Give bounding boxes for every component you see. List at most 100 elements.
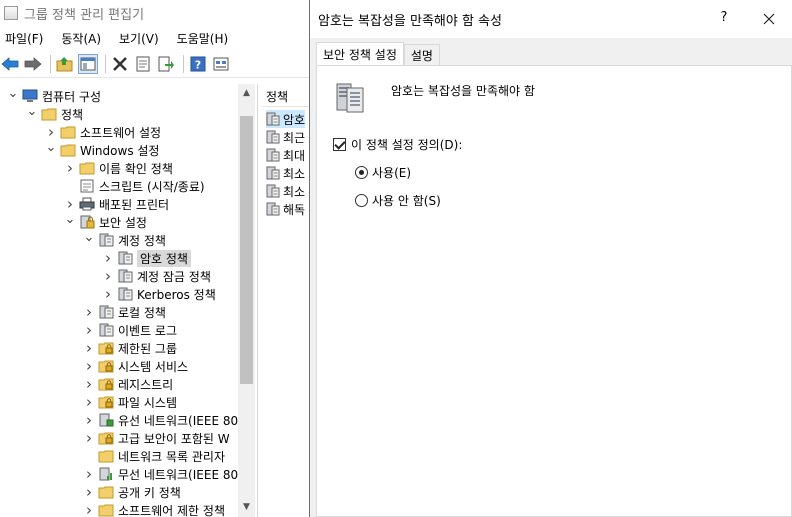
chevron-down-icon[interactable]: ⌄ bbox=[44, 140, 58, 155]
view-button[interactable] bbox=[211, 54, 231, 74]
back-button[interactable] bbox=[0, 54, 20, 74]
tree-item[interactable]: ⌄ 보안 설정 bbox=[63, 212, 147, 231]
policy-setting-icon bbox=[266, 184, 280, 198]
list-item[interactable]: 암호 bbox=[266, 110, 306, 128]
lock-folder-icon bbox=[98, 431, 114, 445]
help-button[interactable]: ? bbox=[188, 54, 208, 74]
view-icon bbox=[213, 57, 229, 70]
tab-security-policy-setting[interactable]: 보안 정책 설정 bbox=[316, 42, 404, 66]
list-item[interactable]: 최대 bbox=[266, 146, 305, 164]
list-item[interactable]: 해독 bbox=[266, 200, 305, 218]
folder-icon bbox=[60, 143, 76, 157]
tree-item[interactable]: › 배포된 프린터 bbox=[63, 195, 169, 213]
tree-item[interactable]: ⌄ 정책 bbox=[25, 104, 84, 123]
menu-help[interactable]: 도움말(H) bbox=[175, 30, 237, 47]
tree-item-label: 계정 정책 bbox=[118, 233, 166, 248]
chevron-right-icon[interactable]: › bbox=[82, 429, 96, 447]
up-folder-button[interactable] bbox=[55, 54, 75, 74]
tree-item[interactable]: › 유선 네트워크(IEEE 80 bbox=[82, 411, 238, 429]
tree-item[interactable]: 스크립트 (시작/종료) bbox=[63, 177, 205, 195]
chevron-right-icon[interactable]: › bbox=[101, 285, 115, 303]
tree-item[interactable]: › 공개 키 정책 bbox=[82, 483, 181, 501]
show-hide-tree-button[interactable] bbox=[78, 53, 98, 74]
chevron-right-icon[interactable]: › bbox=[82, 375, 96, 393]
tree-item[interactable]: › 계정 잠금 정책 bbox=[101, 267, 211, 285]
chevron-down-icon[interactable]: ⌄ bbox=[6, 86, 20, 101]
chevron-right-icon[interactable]: › bbox=[82, 321, 96, 339]
list-item-label: 최대 bbox=[283, 148, 306, 163]
tree-item[interactable]: 네트워크 목록 관리자 bbox=[82, 447, 225, 465]
no-expander bbox=[63, 179, 77, 193]
scroll-down-icon[interactable]: ▼ bbox=[238, 500, 255, 514]
tree-item[interactable]: › 제한된 그룹 bbox=[82, 339, 177, 357]
chevron-right-icon[interactable]: › bbox=[82, 465, 96, 483]
tree-scrollbar[interactable]: ▲ ▼ bbox=[238, 84, 255, 517]
chevron-right-icon[interactable]: › bbox=[82, 483, 96, 501]
properties-button[interactable] bbox=[133, 54, 153, 74]
chevron-down-icon[interactable]: ⌄ bbox=[82, 230, 96, 245]
gpedit-app-icon bbox=[4, 6, 18, 20]
disabled-label: 사용 안 함(S) bbox=[372, 194, 441, 208]
tree-item-label: 소프트웨어 설정 bbox=[80, 125, 162, 140]
tree-item[interactable]: › 시스템 서비스 bbox=[82, 357, 188, 375]
tree-item-label: 스크립트 (시작/종료) bbox=[99, 179, 205, 194]
chevron-right-icon[interactable]: › bbox=[63, 195, 77, 213]
menu-action[interactable]: 동작(A) bbox=[59, 30, 109, 47]
enabled-radio[interactable] bbox=[355, 166, 368, 179]
list-item[interactable]: 최소 bbox=[266, 164, 305, 182]
chevron-right-icon[interactable]: › bbox=[82, 501, 96, 517]
tree-item[interactable]: › 소프트웨어 제한 정책 bbox=[82, 501, 225, 517]
svg-text:?: ? bbox=[195, 58, 201, 71]
scroll-up-icon[interactable]: ▲ bbox=[238, 86, 255, 100]
enabled-radio-row[interactable]: 사용(E) bbox=[355, 164, 411, 181]
tree-item[interactable]: › 무선 네트워크(IEEE 80 bbox=[82, 465, 238, 483]
scrollbar-thumb[interactable] bbox=[240, 116, 253, 384]
tree-item[interactable]: ⌄ 계정 정책 bbox=[82, 230, 166, 249]
toolbar-separator bbox=[183, 54, 184, 73]
chevron-down-icon[interactable]: ⌄ bbox=[25, 104, 39, 119]
tree-item[interactable]: › 이벤트 로그 bbox=[82, 321, 177, 339]
tree-item[interactable]: › 소프트웨어 설정 bbox=[44, 123, 161, 141]
export-button[interactable] bbox=[156, 54, 176, 74]
chevron-down-icon[interactable]: ⌄ bbox=[63, 212, 77, 227]
define-policy-checkbox[interactable] bbox=[333, 138, 346, 151]
forward-button[interactable] bbox=[23, 54, 43, 74]
tree-item[interactable]: › 레지스트리 bbox=[82, 375, 173, 393]
forward-icon bbox=[24, 56, 42, 71]
list-item[interactable]: 최소 bbox=[266, 182, 305, 200]
chevron-right-icon[interactable]: › bbox=[82, 357, 96, 375]
dialog-close-button[interactable] bbox=[758, 8, 780, 30]
list-item[interactable]: 최근 bbox=[266, 128, 305, 146]
dialog-help-button[interactable]: ? bbox=[716, 10, 732, 25]
window-title: 그룹 정책 관리 편집기 bbox=[24, 7, 145, 23]
tree-item[interactable]: ⌄ 컴퓨터 구성 bbox=[6, 86, 101, 105]
tab-explain[interactable]: 설명 bbox=[403, 44, 440, 66]
define-policy-checkbox-row[interactable]: 이 정책 설정 정의(D): bbox=[333, 136, 462, 153]
tree-item[interactable]: › 고급 보안이 포함된 W bbox=[82, 429, 230, 447]
delete-button[interactable] bbox=[110, 54, 130, 74]
menu-view[interactable]: 보기(V) bbox=[117, 30, 167, 47]
menu-file[interactable]: 파일(F) bbox=[3, 30, 51, 47]
chevron-right-icon[interactable]: › bbox=[82, 339, 96, 357]
tree-item-label: 계정 잠금 정책 bbox=[137, 269, 211, 284]
policy-folder-icon bbox=[117, 251, 133, 265]
disabled-radio-row[interactable]: 사용 안 함(S) bbox=[355, 192, 441, 209]
tree-item[interactable]: › Kerberos 정책 bbox=[101, 285, 216, 303]
policy-folder-icon bbox=[117, 287, 133, 301]
tree-item[interactable]: › 로컬 정책 bbox=[82, 303, 166, 321]
policy-folder-icon bbox=[98, 233, 114, 247]
chevron-right-icon[interactable]: › bbox=[101, 249, 115, 267]
tree-item[interactable]: › 파일 시스템 bbox=[82, 393, 177, 411]
chevron-right-icon[interactable]: › bbox=[101, 267, 115, 285]
navigation-tree[interactable]: ⌄ 컴퓨터 구성 ⌄ 정책 › 소프트웨어 설정 ⌄ Windows 설정 › 이름 확인 정책 스… bbox=[0, 84, 258, 517]
chevron-right-icon[interactable]: › bbox=[44, 123, 58, 141]
disabled-radio[interactable] bbox=[355, 194, 368, 207]
chevron-right-icon[interactable]: › bbox=[82, 303, 96, 321]
column-header-policy[interactable]: 정책 bbox=[266, 88, 288, 105]
tree-item[interactable]: › 암호 정책 bbox=[101, 249, 191, 267]
chevron-right-icon[interactable]: › bbox=[82, 411, 96, 429]
tree-item[interactable]: ⌄ Windows 설정 bbox=[44, 140, 160, 159]
chevron-right-icon[interactable]: › bbox=[82, 393, 96, 411]
tree-item[interactable]: › 이름 확인 정책 bbox=[63, 159, 173, 177]
chevron-right-icon[interactable]: › bbox=[63, 159, 77, 177]
